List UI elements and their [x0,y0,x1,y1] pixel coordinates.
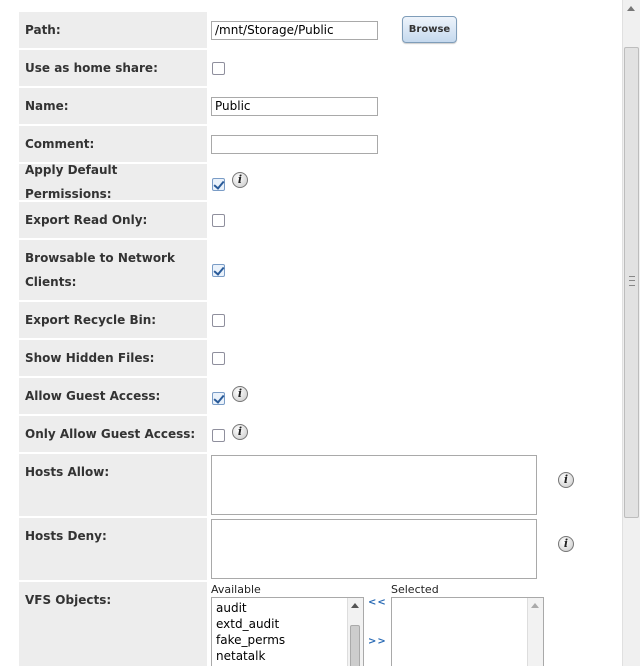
read-only-row: Export Read Only: [19,202,619,238]
selected-listbox[interactable] [391,597,544,666]
remove-selected-button[interactable]: >> [368,636,387,647]
scroll-up-icon[interactable] [351,603,359,608]
hidden-files-checkbox[interactable] [212,352,225,365]
guest-access-label: Allow Guest Access: [19,378,207,414]
browsable-label: Browsable to Network Clients: [19,240,207,300]
recycle-bin-cell [210,302,619,338]
vfs-row: VFS Objects: Available audit extd_audit … [19,582,619,666]
home-share-label: Use as home share: [19,50,207,86]
info-icon[interactable]: i [558,472,574,488]
hosts-allow-label: Hosts Allow: [19,454,207,516]
page-scroll-thumb[interactable] [624,47,639,518]
guest-access-row: Allow Guest Access: i [19,378,619,414]
guest-only-cell: i [210,416,619,452]
read-only-checkbox[interactable] [212,214,225,227]
list-item[interactable]: netatalk [212,648,363,664]
name-cell: Public [210,88,619,124]
hosts-allow-row: Hosts Allow: i [19,454,619,516]
read-only-label: Export Read Only: [19,202,207,238]
path-label: Path: [19,12,207,48]
vfs-label: VFS Objects: [19,582,207,666]
comment-label: Comment: [19,126,207,162]
share-settings-form: Path: /mnt/Storage/Public Browse Use as … [0,0,622,666]
name-label: Name: [19,88,207,124]
info-icon[interactable]: i [558,536,574,552]
recycle-bin-checkbox[interactable] [212,314,225,327]
recycle-bin-label: Export Recycle Bin: [19,302,207,338]
grip-icon [629,276,635,286]
browsable-checkbox[interactable] [212,264,225,277]
comment-input[interactable] [211,135,378,154]
hidden-files-label: Show Hidden Files: [19,340,207,376]
info-icon[interactable]: i [232,386,248,402]
browsable-row: Browsable to Network Clients: [19,240,619,300]
recycle-bin-row: Export Recycle Bin: [19,302,619,338]
comment-row: Comment: [19,126,619,162]
hosts-allow-textarea[interactable] [211,455,537,515]
home-share-row: Use as home share: [19,50,619,86]
hosts-deny-row: Hosts Deny: i [19,518,619,580]
hosts-allow-cell: i [210,454,619,516]
list-item[interactable]: fake_perms [212,632,363,648]
home-share-checkbox[interactable] [212,62,225,75]
available-scrollbar[interactable] [347,598,363,666]
guest-access-checkbox[interactable] [212,392,225,405]
hosts-deny-cell: i [210,518,619,580]
page-scrollbar[interactable] [622,0,640,666]
available-label: Available [211,583,261,596]
name-input[interactable]: Public [211,97,378,116]
guest-access-cell: i [210,378,619,414]
info-icon[interactable]: i [232,172,248,188]
info-icon[interactable]: i [232,424,248,440]
comment-cell [210,126,619,162]
vfs-cell: Available audit extd_audit fake_perms ne… [210,582,619,666]
guest-only-row: Only Allow Guest Access: i [19,416,619,452]
guest-only-label: Only Allow Guest Access: [19,416,207,452]
available-listbox[interactable]: audit extd_audit fake_perms netatalk [211,597,364,666]
list-item[interactable]: audit [212,600,363,616]
path-input[interactable]: /mnt/Storage/Public [211,21,378,40]
scroll-up-icon[interactable] [627,6,635,11]
guest-only-checkbox[interactable] [212,429,225,442]
browse-button[interactable]: Browse [402,16,457,43]
hosts-deny-label: Hosts Deny: [19,518,207,580]
scroll-up-icon[interactable] [531,603,539,608]
path-row: Path: /mnt/Storage/Public [19,12,619,48]
scroll-thumb[interactable] [350,625,360,666]
hidden-files-cell [210,340,619,376]
default-permissions-row: Apply Default Permissions: i [19,163,619,201]
default-permissions-cell: i [210,164,619,200]
browsable-cell [210,240,619,300]
hidden-files-row: Show Hidden Files: [19,340,619,376]
read-only-cell [210,202,619,238]
selected-scrollbar[interactable] [527,598,543,666]
add-selected-button[interactable]: << [368,597,387,608]
selected-label: Selected [391,583,439,596]
home-share-cell [210,50,619,86]
list-item[interactable]: extd_audit [212,616,363,632]
hosts-deny-textarea[interactable] [211,519,537,579]
name-row: Name: Public [19,88,619,124]
default-permissions-label: Apply Default Permissions: [19,163,207,201]
default-permissions-checkbox[interactable] [212,178,225,191]
